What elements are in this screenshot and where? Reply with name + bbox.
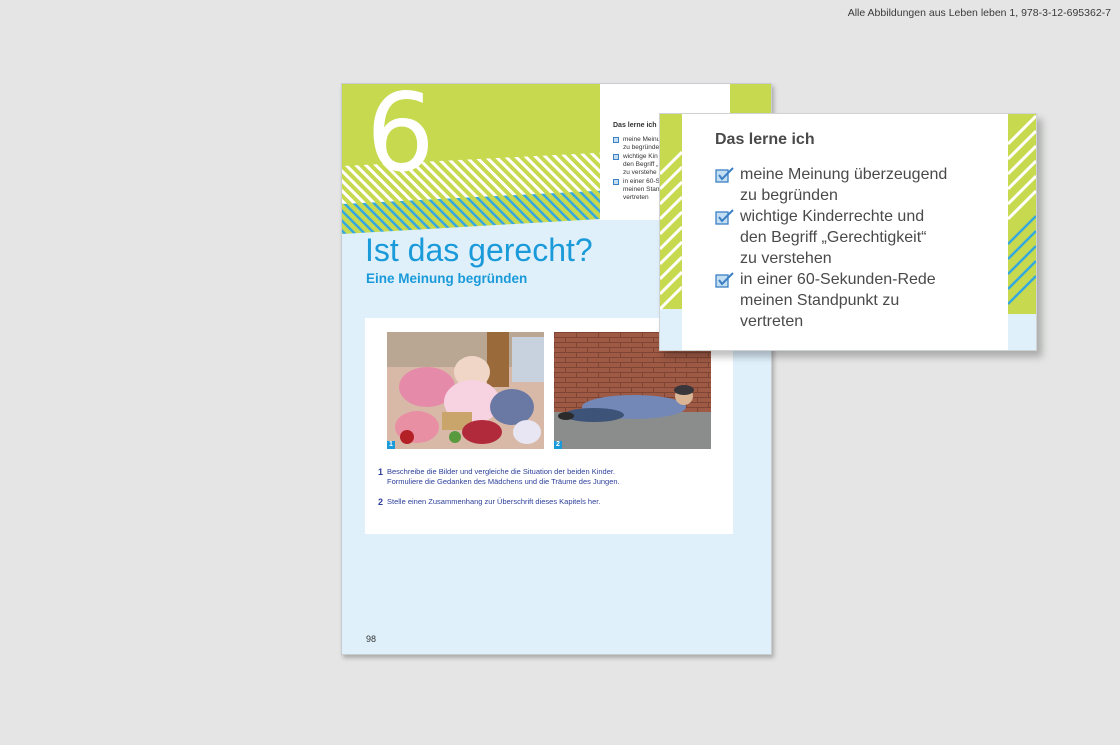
zoom-left-stripe xyxy=(660,114,682,350)
page-number: 98 xyxy=(366,634,377,644)
task-number: 1 xyxy=(378,467,384,477)
checkbox-icon xyxy=(613,179,619,185)
mini-goals-title: Das lerne ich xyxy=(613,122,657,129)
task-number: 2 xyxy=(378,497,384,507)
task-text: Beschreibe die Bilder und vergleiche die… xyxy=(387,467,620,486)
checkbox-checked-icon xyxy=(715,167,734,183)
chapter-title: Ist das gerecht? xyxy=(365,232,593,268)
checkbox-checked-icon xyxy=(715,272,734,288)
chapter-number: 6 xyxy=(366,83,435,196)
task-1: 1 Beschreibe die Bilder und vergleiche d… xyxy=(378,467,717,487)
task-2: 2 Stelle einen Zusammenhang zur Überschr… xyxy=(378,497,717,507)
learning-goals-zoom: Das lerne ich meine Meinung überzeugend … xyxy=(659,113,1037,351)
goals-title: Das lerne ich xyxy=(715,131,815,148)
checkbox-icon xyxy=(613,154,619,160)
goal-item: in einer 60-Sekunden-Rede meinen Standpu… xyxy=(715,269,985,332)
image-credit: Alle Abbildungen aus Leben leben 1, 978-… xyxy=(847,7,1111,19)
goal-item: wichtige Kinderrechte und den Begriff „G… xyxy=(715,206,985,269)
photo-girl-toys: 1 xyxy=(387,332,544,449)
image-number: 1 xyxy=(387,441,395,449)
checkbox-checked-icon xyxy=(715,209,734,225)
goals-list: meine Meinung überzeugend zu begründen w… xyxy=(715,164,985,332)
task-text: Stelle einen Zusammenhang zur Überschrif… xyxy=(387,497,601,506)
image-number: 2 xyxy=(554,441,562,449)
zoom-right-stripe xyxy=(1008,114,1036,350)
checkbox-icon xyxy=(613,137,619,143)
chapter-subtitle: Eine Meinung begründen xyxy=(366,271,528,286)
goal-item: meine Meinung überzeugend zu begründen xyxy=(715,164,985,206)
